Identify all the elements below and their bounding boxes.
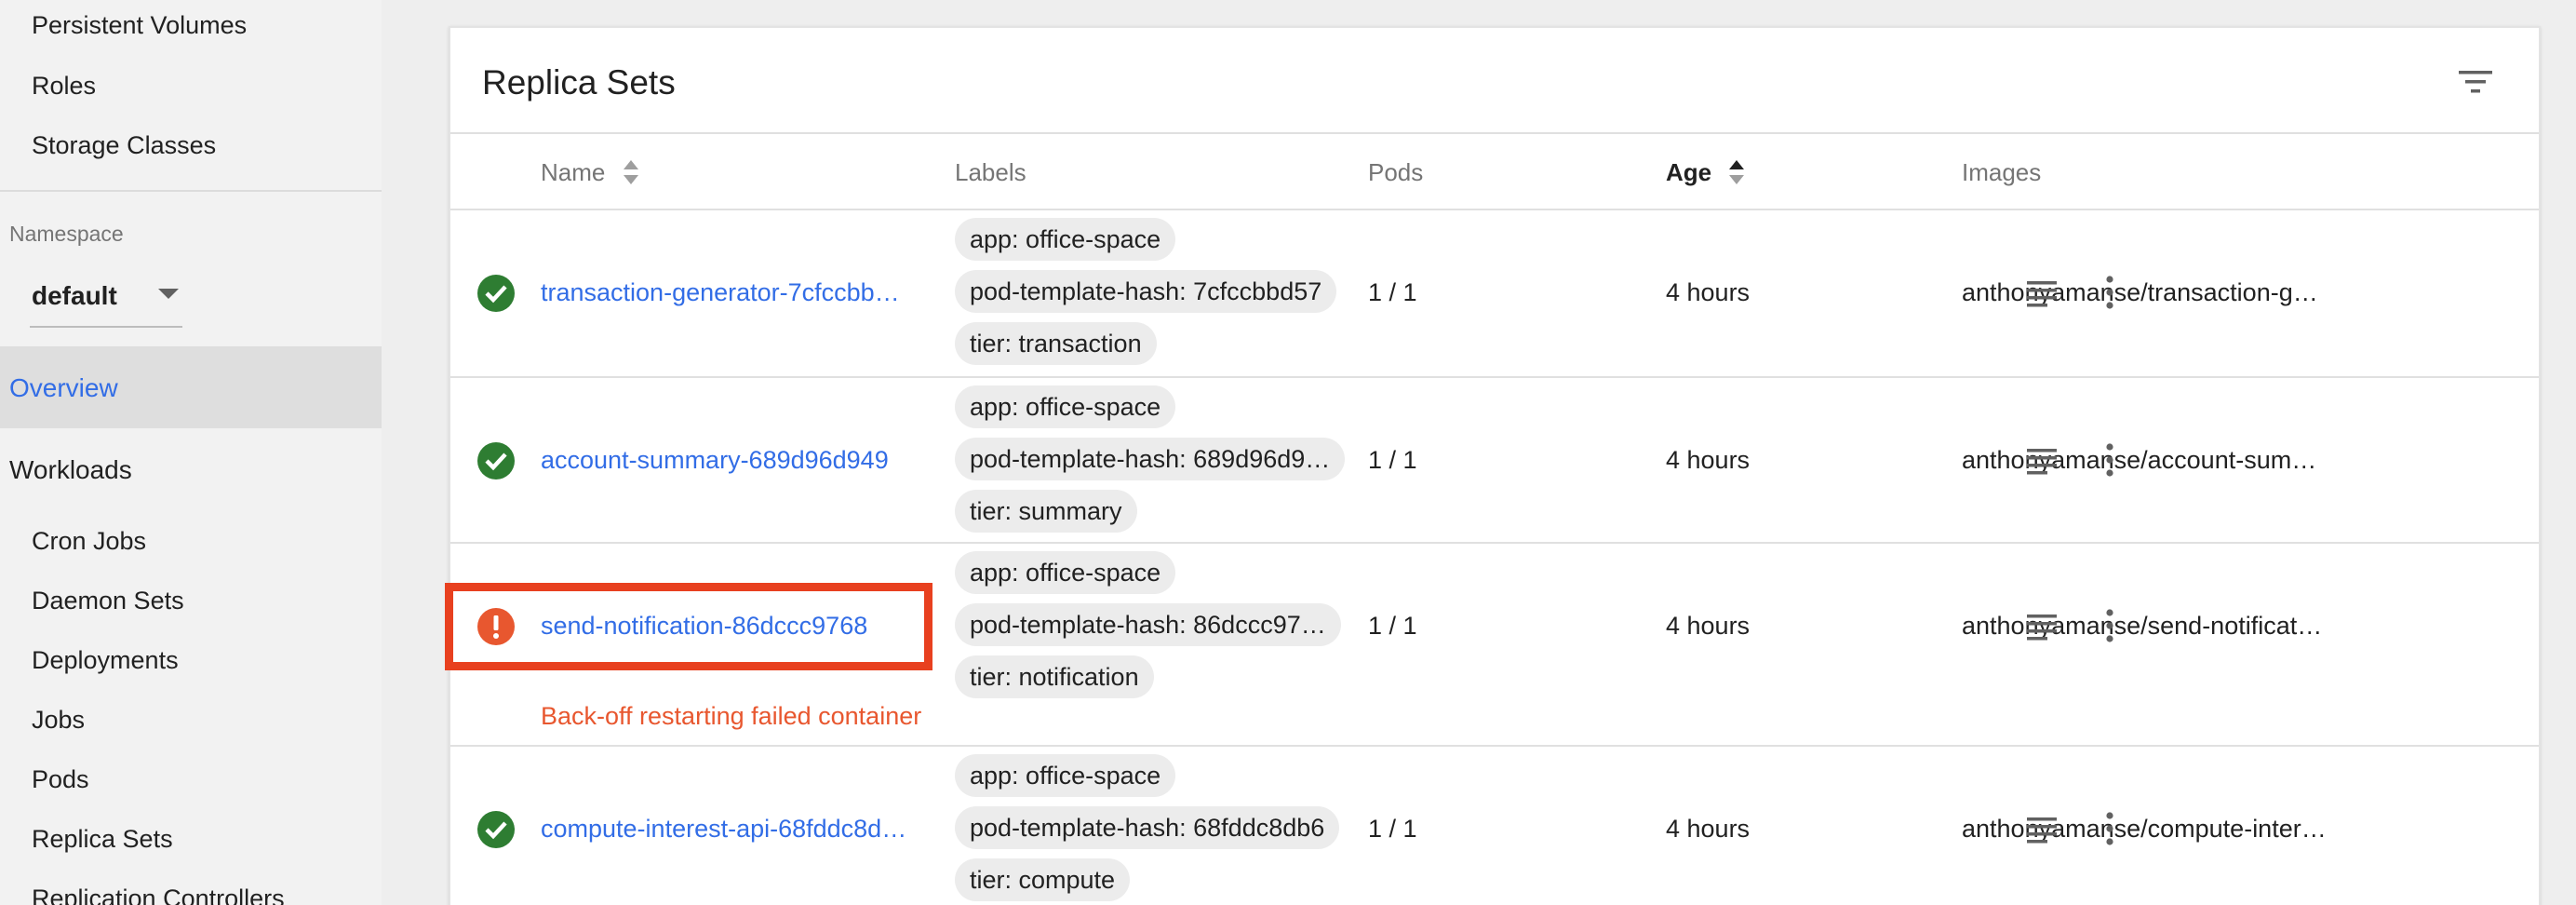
namespace-label: Namespace <box>9 222 124 246</box>
more-vert-icon[interactable] <box>2103 443 2116 477</box>
logs-icon[interactable] <box>2025 447 2059 475</box>
pods-count: 1 / 1 <box>1368 278 1417 306</box>
more-vert-icon[interactable] <box>2103 609 2116 642</box>
table-row: account-summary-689d96d949 app: office-s… <box>450 378 2539 544</box>
replica-set-name-link[interactable]: send-notification-86dccc9768 <box>541 612 867 641</box>
sort-ascending-icon <box>1729 160 1745 185</box>
label-chip: pod-template-hash: 689d96d9… <box>955 438 1346 480</box>
replica-sets-card: Replica Sets Name Labels Pods Age Images… <box>445 26 2541 905</box>
column-header-pods: Pods <box>1368 158 1424 186</box>
sidebar-item-cron-jobs[interactable]: Cron Jobs <box>32 527 146 556</box>
pods-count: 1 / 1 <box>1368 446 1417 474</box>
check-circle-icon <box>477 275 515 312</box>
column-header-name-label: Name <box>541 158 606 186</box>
label-chip: pod-template-hash: 68fddc8db6 <box>955 806 1340 849</box>
age-value: 4 hours <box>1666 446 1751 474</box>
more-vert-icon[interactable] <box>2103 276 2116 309</box>
sidebar-item-jobs[interactable]: Jobs <box>32 706 85 735</box>
column-header-name[interactable]: Name <box>541 158 640 188</box>
age-value: 4 hours <box>1666 612 1751 640</box>
more-vert-icon[interactable] <box>2103 812 2116 845</box>
error-message: Back-off restarting failed container <box>541 702 922 730</box>
sidebar-item-replication-controllers[interactable]: Replication Controllers <box>32 885 285 905</box>
pods-count: 1 / 1 <box>1368 815 1417 843</box>
namespace-select[interactable]: default <box>30 266 182 328</box>
age-value: 4 hours <box>1666 815 1751 843</box>
header-divider <box>450 132 2539 134</box>
sidebar-item-persistent-volumes[interactable]: Persistent Volumes <box>32 11 247 40</box>
sidebar-divider <box>0 190 382 192</box>
error-icon <box>477 608 515 645</box>
check-circle-icon <box>477 811 515 848</box>
sort-icon <box>623 160 638 185</box>
label-chip: pod-template-hash: 7cfccbbd57 <box>955 270 1337 313</box>
sidebar-item-deployments[interactable]: Deployments <box>32 646 179 675</box>
label-chip: app: office-space <box>955 385 1176 428</box>
column-header-age-label: Age <box>1666 158 1712 186</box>
label-chip: tier: transaction <box>955 322 1157 365</box>
logs-icon[interactable] <box>2025 613 2059 641</box>
dropdown-arrow-icon <box>158 289 179 299</box>
label-chip: app: office-space <box>955 551 1176 594</box>
image-value: anthonyamanse/send-notificat… <box>1962 612 2323 640</box>
label-chip: tier: summary <box>955 490 1137 533</box>
card-title: Replica Sets <box>482 63 676 101</box>
sidebar-item-workloads[interactable]: Workloads <box>9 455 132 485</box>
table-row: send-notification-86dccc9768 app: office… <box>445 544 2539 747</box>
image-value: anthonyamanse/transaction-g… <box>1962 278 2318 306</box>
logs-icon[interactable] <box>2025 279 2059 307</box>
sidebar-item-pods[interactable]: Pods <box>32 765 89 794</box>
pods-count: 1 / 1 <box>1368 612 1417 640</box>
check-circle-icon <box>477 442 515 480</box>
label-chip: tier: notification <box>955 655 1154 698</box>
filter-icon[interactable] <box>2457 67 2494 97</box>
sidebar-item-roles[interactable]: Roles <box>32 72 96 101</box>
logs-icon[interactable] <box>2025 816 2059 844</box>
namespace-value: default <box>32 281 117 310</box>
label-chip: tier: compute <box>955 858 1131 901</box>
image-value: anthonyamanse/compute-inter… <box>1962 815 2327 843</box>
table-row: transaction-generator-7cfccbb… app: offi… <box>450 210 2539 376</box>
table-row: compute-interest-api-68fddc8d… app: offi… <box>450 747 2539 905</box>
replica-set-name-link[interactable]: account-summary-689d96d949 <box>541 446 889 475</box>
sidebar-item-overview-label: Overview <box>9 373 118 402</box>
sidebar-item-storage-classes[interactable]: Storage Classes <box>32 131 216 160</box>
replica-set-name-link[interactable]: compute-interest-api-68fddc8d… <box>541 815 906 844</box>
label-chip: pod-template-hash: 86dccc97… <box>955 603 1341 646</box>
sidebar-item-daemon-sets[interactable]: Daemon Sets <box>32 587 184 615</box>
replica-set-name-link[interactable]: transaction-generator-7cfccbb… <box>541 278 900 307</box>
sidebar-item-overview[interactable]: Overview <box>0 346 382 428</box>
age-value: 4 hours <box>1666 278 1751 306</box>
label-chip: app: office-space <box>955 754 1176 797</box>
sidebar: Persistent Volumes Roles Storage Classes… <box>0 0 382 905</box>
column-header-images: Images <box>1962 158 2042 186</box>
sidebar-item-replica-sets[interactable]: Replica Sets <box>32 825 173 854</box>
column-header-age[interactable]: Age <box>1666 158 1746 188</box>
image-value: anthonyamanse/account-sum… <box>1962 446 2317 474</box>
label-chip: app: office-space <box>955 218 1176 261</box>
column-header-labels: Labels <box>955 158 1026 186</box>
